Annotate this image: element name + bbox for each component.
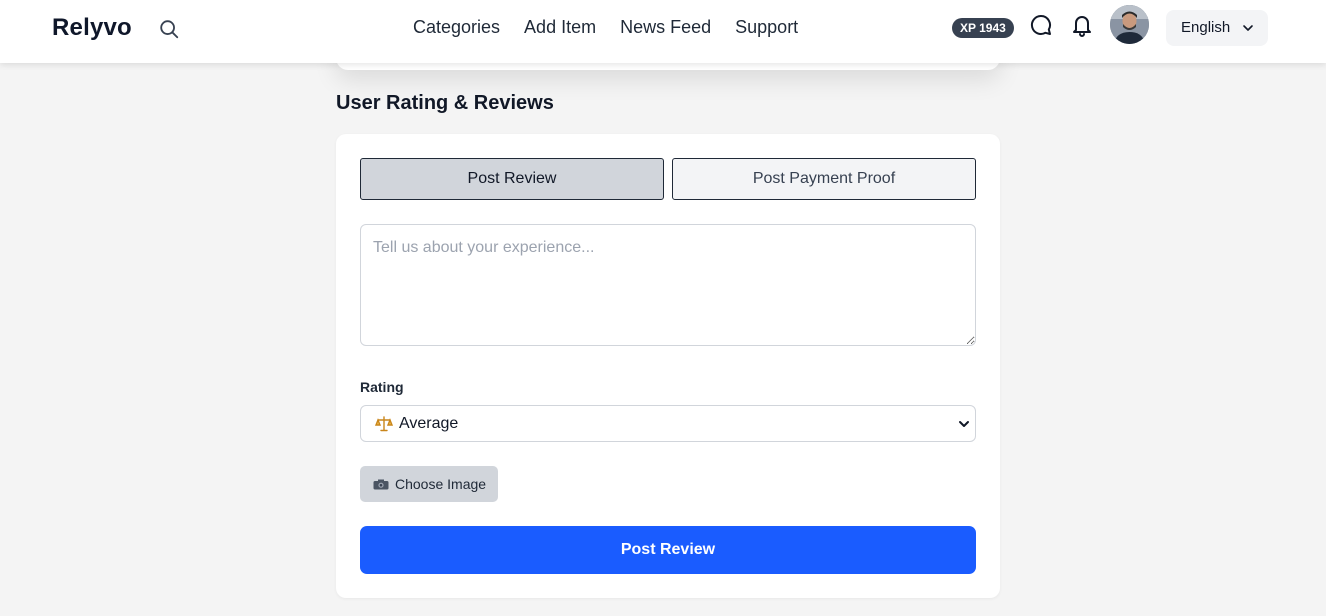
language-label: English [1181,19,1231,36]
avatar-image [1110,5,1149,44]
xp-badge: XP 1943 [952,18,1014,38]
avatar[interactable] [1110,5,1149,44]
tab-post-review[interactable]: Post Review [360,158,664,200]
post-review-submit-button[interactable]: Post Review [360,526,976,574]
nav-link-support[interactable]: Support [735,17,798,38]
chat-icon[interactable] [1029,13,1053,37]
language-selector[interactable]: English [1166,10,1268,46]
balance-scale-icon [375,416,393,432]
bell-icon[interactable] [1070,12,1094,38]
rating-label: Rating [360,379,404,395]
main-nav: Categories Add Item News Feed Support [413,17,798,38]
nav-link-categories[interactable]: Categories [413,17,500,38]
section-title: User Rating & Reviews [336,92,554,114]
search-icon[interactable] [158,18,180,40]
nav-link-add-item[interactable]: Add Item [524,17,596,38]
brand-logo[interactable]: Relyvo [52,14,132,42]
camera-icon [373,479,389,490]
review-textarea[interactable] [360,224,976,346]
rating-select[interactable]: Average [360,405,976,442]
choose-image-button[interactable]: Choose Image [360,466,498,502]
chevron-down-icon [1243,25,1253,31]
top-navbar: Relyvo Categories Add Item News Feed Sup… [0,0,1326,63]
nav-link-news-feed[interactable]: News Feed [620,17,711,38]
chevron-down-icon [959,421,969,427]
tab-post-payment-proof[interactable]: Post Payment Proof [672,158,976,200]
rating-selected-value: Average [399,415,459,432]
review-card: Post Review Post Payment Proof Rating Av… [336,134,1000,598]
choose-image-label: Choose Image [395,476,487,492]
